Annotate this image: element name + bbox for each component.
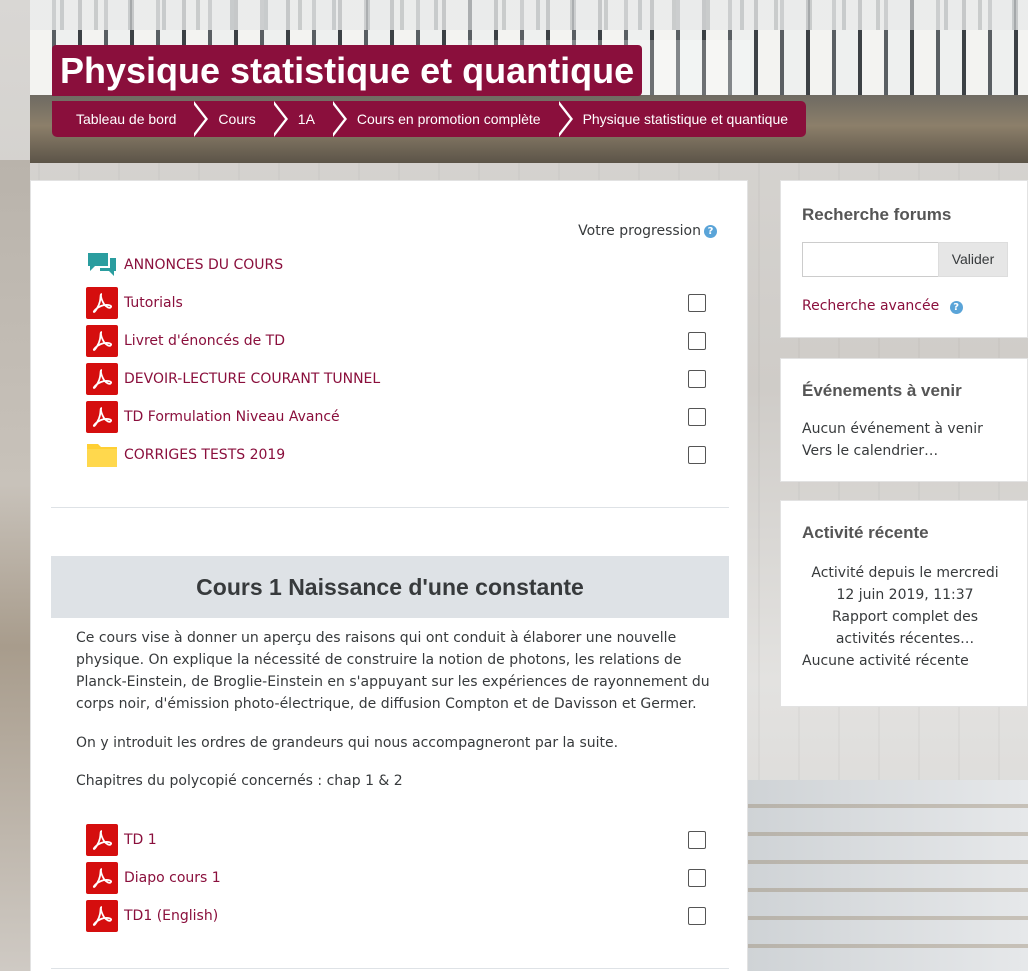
pdf-icon xyxy=(86,862,118,894)
activity-since-text: Activité depuis le mercredi 12 juin 2019… xyxy=(811,565,999,603)
full-report-link[interactable]: Rapport complet des activités récentes… xyxy=(802,606,1008,650)
breadcrumb-label: Cours en promotion complète xyxy=(356,111,541,127)
block-title: Recherche forums xyxy=(802,205,952,224)
help-icon[interactable]: ? xyxy=(949,301,963,314)
no-recent-activity-text: Aucune activité récente xyxy=(802,653,969,669)
breadcrumb-label: Cours xyxy=(218,111,256,127)
completion-checkbox[interactable] xyxy=(688,831,706,849)
calendar-link[interactable]: Vers le calendrier… xyxy=(802,440,938,462)
breadcrumb: Tableau de bord Cours 1A Cours en promot… xyxy=(52,101,807,137)
page-title: Physique statistique et quantique xyxy=(52,45,643,96)
advanced-search-row: Recherche avancée ? xyxy=(802,295,963,317)
activity-td1-english[interactable]: TD1 (English) xyxy=(86,900,706,932)
completion-checkbox[interactable] xyxy=(688,869,706,887)
activity-label[interactable]: ANNONCES DU COURS xyxy=(124,257,283,273)
breadcrumb-label: 1A xyxy=(297,111,315,127)
help-icon[interactable]: ? xyxy=(704,224,717,238)
completion-checkbox[interactable] xyxy=(688,446,706,464)
section-divider xyxy=(51,968,729,969)
block-title: Activité récente xyxy=(802,523,929,542)
activity-td-advanced[interactable]: TD Formulation Niveau Avancé xyxy=(86,401,706,433)
pdf-icon xyxy=(86,363,118,395)
completion-checkbox[interactable] xyxy=(688,408,706,426)
progress-text: Votre progression xyxy=(578,223,701,239)
pdf-icon xyxy=(86,287,118,319)
course-content: Votre progression ? ANNONCES DU COURS Tu… xyxy=(30,180,748,971)
activity-label[interactable]: Diapo cours 1 xyxy=(124,870,221,886)
pdf-icon xyxy=(86,900,118,932)
breadcrumb-separator xyxy=(191,101,209,137)
activity-label[interactable]: TD Formulation Niveau Avancé xyxy=(124,409,340,425)
advanced-search-link[interactable]: Recherche avancée xyxy=(802,298,939,314)
activity-announcements[interactable]: ANNONCES DU COURS xyxy=(86,249,706,281)
activity-tunnel-homework[interactable]: DEVOIR-LECTURE COURANT TUNNEL xyxy=(86,363,706,395)
breadcrumb-item-current-course[interactable]: Physique statistique et quantique xyxy=(559,101,806,137)
banner-ceiling xyxy=(30,0,1028,30)
activity-tutorials[interactable]: Tutorials xyxy=(86,287,706,319)
activity-td-booklet[interactable]: Livret d'énoncés de TD xyxy=(86,325,706,357)
block-title: Événements à venir xyxy=(802,381,962,400)
section-summary-paragraph: On y introduit les ordres de grandeurs q… xyxy=(76,735,619,751)
background-left xyxy=(0,160,30,971)
section-summary-paragraph: Chapitres du polycopié concernés : chap … xyxy=(76,773,403,789)
activity-label[interactable]: CORRIGES TESTS 2019 xyxy=(124,447,285,463)
activity-label[interactable]: Livret d'énoncés de TD xyxy=(124,333,285,349)
section-divider xyxy=(51,507,729,508)
background-bookshelf xyxy=(748,780,1028,971)
breadcrumb-label: Tableau de bord xyxy=(76,111,177,127)
search-input[interactable] xyxy=(802,242,938,277)
activity-corrections-folder[interactable]: CORRIGES TESTS 2019 xyxy=(86,439,706,471)
breadcrumb-separator xyxy=(329,101,347,137)
section-summary-paragraph: Ce cours vise à donner un aperçu des rai… xyxy=(76,630,710,712)
completion-checkbox[interactable] xyxy=(688,907,706,925)
activity-label[interactable]: TD1 (English) xyxy=(124,908,218,924)
breadcrumb-label: Physique statistique et quantique xyxy=(582,111,789,127)
folder-icon xyxy=(86,439,118,471)
pdf-icon xyxy=(86,325,118,357)
forum-icon xyxy=(86,249,118,281)
block-recent-activity: Activité récente Activité depuis le merc… xyxy=(780,500,1028,707)
breadcrumb-item-dashboard[interactable]: Tableau de bord xyxy=(52,101,209,137)
breadcrumb-separator xyxy=(555,101,573,137)
no-events-text: Aucun événement à venir xyxy=(802,421,983,437)
activity-label[interactable]: Tutorials xyxy=(124,295,183,311)
activity-slides-1[interactable]: Diapo cours 1 xyxy=(86,862,706,894)
activity-label[interactable]: TD 1 xyxy=(124,832,157,848)
search-submit-button[interactable]: Valider xyxy=(938,242,1008,277)
block-upcoming-events: Événements à venir Aucun événement à ven… xyxy=(780,358,1028,482)
activity-td1[interactable]: TD 1 xyxy=(86,824,706,856)
pdf-icon xyxy=(86,401,118,433)
completion-checkbox[interactable] xyxy=(688,370,706,388)
section-title: Cours 1 Naissance d'une constante xyxy=(51,556,729,618)
completion-checkbox[interactable] xyxy=(688,332,706,350)
block-search-forums: Recherche forums Valider Recherche avanc… xyxy=(780,180,1028,338)
completion-checkbox[interactable] xyxy=(688,294,706,312)
activity-label[interactable]: DEVOIR-LECTURE COURANT TUNNEL xyxy=(124,371,380,387)
breadcrumb-separator xyxy=(270,101,288,137)
progress-label: Votre progression ? xyxy=(578,223,717,239)
pdf-icon xyxy=(86,824,118,856)
breadcrumb-item-full-promotion[interactable]: Cours en promotion complète xyxy=(333,101,573,137)
